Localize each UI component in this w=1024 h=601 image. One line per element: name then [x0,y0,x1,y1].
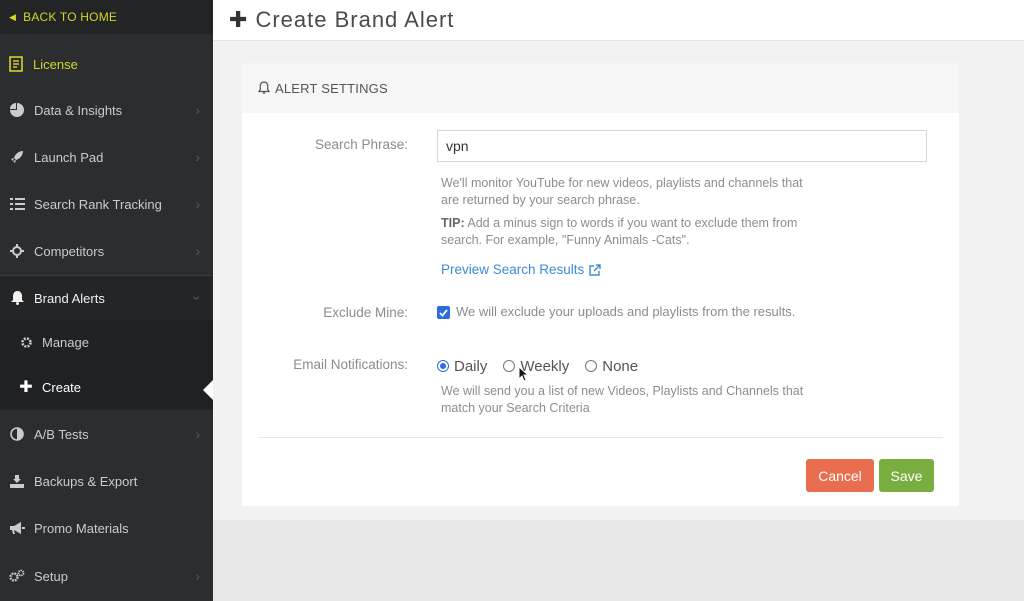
email-notifications-radio-group: Daily Weekly None [437,356,654,376]
sidebar-item-competitors[interactable]: Competitors › [0,228,213,274]
bell-outline-icon [258,81,270,94]
help-text-line: are returned by your search phrase. [441,193,640,207]
page-header: ✚ Create Brand Alert [213,0,1024,41]
sidebar-item-label: Launch Pad [34,149,104,165]
panel-heading: ALERT SETTINGS [275,80,388,96]
radio-option-daily[interactable]: Daily [437,358,487,375]
sidebar-item-label: Competitors [34,243,105,259]
page-title: Create Brand Alert [255,7,455,32]
sidebar-item-label: Setup [34,568,68,584]
sidebar-subitem-label: Create [42,379,82,395]
sidebar-item-label: Data & Insights [34,102,123,118]
gears-icon [9,568,25,584]
email-notifications-label: Email Notifications: [293,357,408,372]
radio-option-weekly[interactable]: Weekly [503,358,569,375]
alert-settings-panel: ALERT SETTINGS Search Phrase: vpn We'll … [242,63,959,506]
gear-icon [19,336,33,349]
checkmark-icon [439,308,448,317]
exclude-mine-text: We will exclude your uploads and playlis… [456,304,796,319]
bell-icon [9,290,25,306]
chevron-left-icon: ◀ [9,11,17,22]
help-text-line: match your Search Criteria [441,401,590,415]
chevron-down-icon: › [189,295,206,301]
sidebar-subitem-manage[interactable]: Manage [0,320,213,364]
sidebar-item-promo-materials[interactable]: Promo Materials [0,505,213,551]
tip-text: Add a minus sign to words if you want to… [464,216,798,230]
search-phrase-input[interactable]: vpn [437,130,927,162]
content-area-lower [213,520,1024,601]
sidebar-item-backups-export[interactable]: Backups & Export [0,458,213,504]
radio-option-none[interactable]: None [585,358,638,375]
search-phrase-label: Search Phrase: [314,137,408,152]
chevron-right-icon: › [195,243,200,259]
radio-button-weekly[interactable] [503,360,516,372]
sidebar-item-ab-tests[interactable]: A/B Tests › [0,411,213,457]
radio-button-none[interactable] [585,360,598,372]
radio-label-daily: Daily [454,357,488,375]
sidebar-subitem-create[interactable]: ✚ Create [0,365,213,409]
brand-alerts-submenu: Manage ✚ Create [0,320,213,410]
sidebar-subitem-label: Manage [42,334,89,350]
mouse-cursor-icon [518,366,528,382]
tip-label: TIP: [441,216,465,230]
back-to-home-label: BACK TO HOME [23,10,118,24]
tip-text-line: search. For example, "Funny Animals -Cat… [441,233,690,247]
sidebar-item-label: Promo Materials [34,520,129,536]
chevron-right-icon: › [195,568,200,584]
sidebar-item-label: Brand Alerts [34,290,105,306]
radio-label-none: None [602,357,639,375]
sidebar: ◀ BACK TO HOME License Data & Insights ›… [0,0,213,601]
chevron-right-icon: › [195,196,200,212]
crosshair-icon [9,243,25,259]
list-icon [9,196,25,212]
sidebar-item-brand-alerts[interactable]: Brand Alerts › [0,276,213,320]
sidebar-item-label: A/B Tests [34,426,89,442]
sidebar-item-data-insights[interactable]: Data & Insights › [0,87,213,133]
rocket-icon [9,149,25,165]
plus-icon: ✚ [19,379,33,396]
email-notifications-help: We will send you a list of new Videos, P… [441,383,861,417]
external-link-icon [589,263,602,276]
sidebar-item-label: License [33,56,78,72]
chevron-right-icon: › [195,102,200,118]
sidebar-item-license[interactable]: License [0,46,213,82]
panel-header: ALERT SETTINGS [242,63,959,113]
form-divider [258,437,943,438]
help-text-line: We'll monitor YouTube for new videos, pl… [441,176,803,190]
pie-chart-icon [9,102,25,118]
help-text-line: We will send you a list of new Videos, P… [441,384,804,398]
preview-link-label: Preview Search Results [441,262,585,277]
chevron-right-icon: › [195,426,200,442]
megaphone-icon [9,520,25,536]
preview-search-results-link[interactable]: Preview Search Results [441,262,602,277]
search-phrase-help: We'll monitor YouTube for new videos, pl… [441,175,861,209]
active-indicator-caret [203,380,213,400]
back-to-home-link[interactable]: ◀ BACK TO HOME [0,0,213,34]
sidebar-item-label: Backups & Export [34,473,138,489]
download-tray-icon [9,473,25,489]
sidebar-item-label: Search Rank Tracking [34,196,162,212]
plus-icon: ✚ [229,7,248,32]
radio-button-daily[interactable] [437,360,449,372]
sidebar-item-setup[interactable]: Setup › [0,553,213,599]
sidebar-item-launch-pad[interactable]: Launch Pad › [0,134,213,180]
sidebar-item-search-rank-tracking[interactable]: Search Rank Tracking › [0,181,213,227]
save-button[interactable]: Save [879,459,934,492]
contrast-icon [9,426,25,442]
document-icon [9,56,23,72]
chevron-right-icon: › [195,149,200,165]
cancel-button[interactable]: Cancel [806,459,874,492]
exclude-mine-checkbox[interactable] [437,306,450,319]
exclude-mine-label: Exclude Mine: [323,305,408,320]
search-phrase-tip: TIP: Add a minus sign to words if you wa… [441,215,861,249]
